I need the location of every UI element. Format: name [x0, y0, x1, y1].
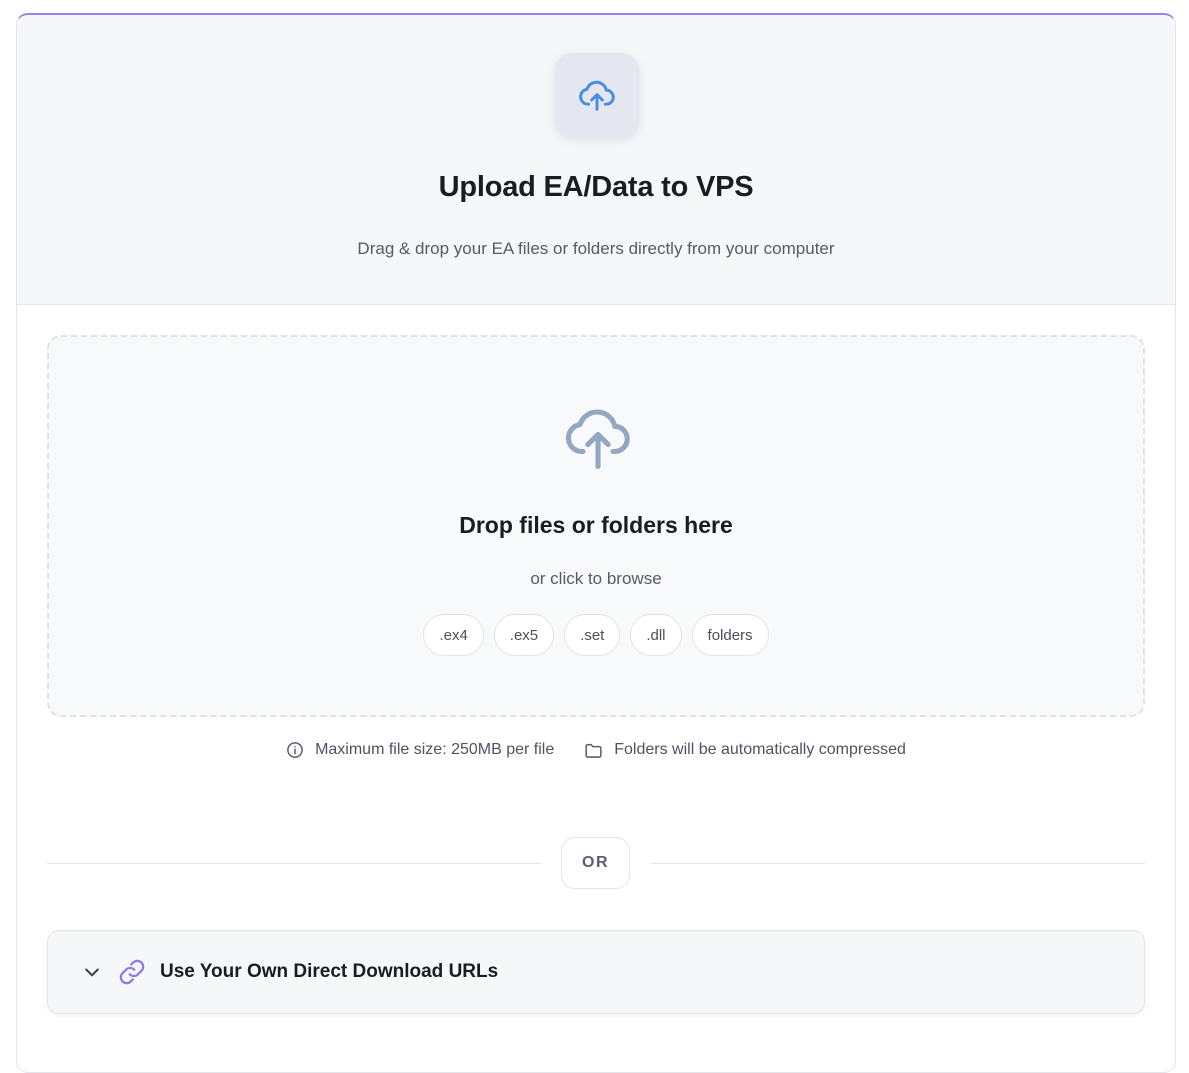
- link-icon: [119, 959, 145, 985]
- folder-compress-note: Folders will be automatically compressed: [584, 741, 906, 759]
- info-icon: [287, 742, 303, 758]
- divider-line: [47, 863, 541, 864]
- cloud-upload-icon: [555, 53, 639, 137]
- upload-info: Maximum file size: 250MB per file Folder…: [17, 741, 1175, 759]
- file-type-chip: .dll: [630, 614, 682, 656]
- direct-url-accordion[interactable]: Use Your Own Direct Download URLs: [47, 930, 1145, 1014]
- upload-header: Upload EA/Data to VPS Drag & drop your E…: [17, 15, 1175, 305]
- max-size-note: Maximum file size: 250MB per file: [286, 741, 554, 759]
- dropzone-title: Drop files or folders here: [459, 512, 733, 538]
- divider-line: [651, 863, 1145, 864]
- page-title: Upload EA/Data to VPS: [438, 171, 754, 203]
- file-type-chip: .set: [564, 614, 621, 656]
- accordion-title: Use Your Own Direct Download URLs: [160, 961, 499, 982]
- or-divider: OR: [47, 837, 1145, 889]
- page-subtitle: Drag & drop your EA files or folders dir…: [357, 239, 835, 258]
- upload-card: Upload EA/Data to VPS Drag & drop your E…: [16, 13, 1176, 1073]
- file-type-list: .ex4 .ex5 .set .dll folders: [49, 614, 1143, 656]
- file-type-chip: .ex5: [493, 614, 555, 656]
- browse-link[interactable]: or click to browse: [49, 569, 1143, 589]
- file-dropzone[interactable]: Drop files or folders here or click to b…: [47, 335, 1145, 717]
- chevron-down-icon: [85, 968, 99, 977]
- folder-icon: [585, 743, 602, 758]
- file-type-chip: folders: [691, 614, 769, 656]
- cloud-upload-icon: [565, 409, 630, 470]
- folder-compress-text: Folders will be automatically compressed: [614, 741, 906, 758]
- file-type-chip: .ex4: [423, 614, 484, 656]
- max-size-text: Maximum file size: 250MB per file: [315, 741, 555, 758]
- or-label: OR: [561, 837, 630, 889]
